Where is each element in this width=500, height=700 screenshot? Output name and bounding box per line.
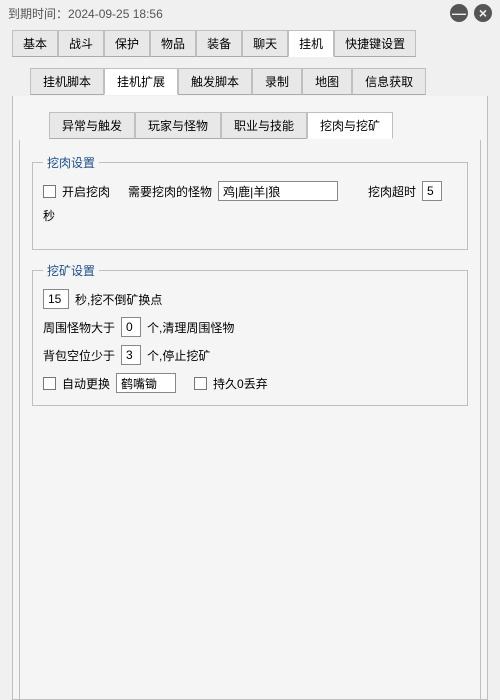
mine-switch-timeout-input[interactable] [43, 289, 69, 309]
mine-around-row: 周围怪物大于 个,清理周围怪物 [43, 317, 457, 337]
bag-value-input[interactable] [121, 345, 141, 365]
close-button[interactable]: × [474, 4, 492, 22]
tab-items[interactable]: 物品 [150, 30, 196, 57]
tool-name-input[interactable] [116, 373, 176, 393]
meat-mine-panel: 挖肉设置 开启挖肉 需要挖肉的怪物 挖肉超时 秒 挖矿设置 [19, 140, 481, 700]
meat-fieldset: 挖肉设置 开启挖肉 需要挖肉的怪物 挖肉超时 秒 [32, 154, 468, 250]
expire-time: 到期时间：2024-09-25 18:56 [8, 5, 444, 22]
tab-player-monster[interactable]: 玩家与怪物 [135, 112, 221, 139]
inner-tabs: 异常与触发 玩家与怪物 职业与技能 挖肉与挖矿 [19, 110, 481, 140]
mine-switch-text: 秒,挖不倒矿换点 [75, 291, 162, 308]
tab-hotkeys[interactable]: 快捷键设置 [334, 30, 416, 57]
subpanel: 异常与触发 玩家与怪物 职业与技能 挖肉与挖矿 挖肉设置 开启挖肉 需要挖肉的怪… [12, 96, 488, 700]
tab-basic[interactable]: 基本 [12, 30, 58, 57]
tab-info[interactable]: 信息获取 [352, 68, 426, 95]
tab-equip[interactable]: 装备 [196, 30, 242, 57]
bag-prefix: 背包空位少于 [43, 347, 115, 364]
discard-zero-label: 持久0丢弃 [213, 375, 268, 392]
tab-chat[interactable]: 聊天 [242, 30, 288, 57]
tab-afk-ext[interactable]: 挂机扩展 [104, 68, 178, 95]
enable-meat-label: 开启挖肉 [62, 183, 110, 200]
expire-value: 2024-09-25 18:56 [68, 7, 163, 21]
meat-row: 开启挖肉 需要挖肉的怪物 挖肉超时 秒 [43, 181, 457, 224]
meat-monsters-input[interactable] [218, 181, 338, 201]
sub-tabs: 挂机脚本 挂机扩展 触发脚本 录制 地图 信息获取 [12, 66, 488, 96]
mine-legend: 挖矿设置 [43, 262, 99, 279]
meat-legend: 挖肉设置 [43, 154, 99, 171]
around-suffix: 个,清理周围怪物 [147, 319, 234, 336]
auto-swap-label: 自动更换 [62, 375, 110, 392]
meat-timeout-unit: 秒 [43, 207, 55, 224]
main-tabs: 基本 战斗 保护 物品 装备 聊天 挂机 快捷键设置 [0, 28, 500, 58]
tab-job-skill[interactable]: 职业与技能 [221, 112, 307, 139]
main-content: 挂机脚本 挂机扩展 触发脚本 录制 地图 信息获取 异常与触发 玩家与怪物 职业… [12, 58, 488, 700]
tab-map[interactable]: 地图 [302, 68, 352, 95]
tab-combat[interactable]: 战斗 [58, 30, 104, 57]
meat-timeout-label: 挖肉超时 [368, 183, 416, 200]
auto-swap-checkbox[interactable] [43, 377, 56, 390]
around-prefix: 周围怪物大于 [43, 319, 115, 336]
tab-afk-script[interactable]: 挂机脚本 [30, 68, 104, 95]
expire-label: 到期时间： [8, 7, 68, 21]
need-monster-label: 需要挖肉的怪物 [128, 183, 212, 200]
tab-record[interactable]: 录制 [252, 68, 302, 95]
tab-trigger-script[interactable]: 触发脚本 [178, 68, 252, 95]
mine-tool-row: 自动更换 持久0丢弃 [43, 373, 457, 393]
mine-fieldset: 挖矿设置 秒,挖不倒矿换点 周围怪物大于 个,清理周围怪物 背包空位少于 个,停… [32, 262, 468, 406]
app-window: 到期时间：2024-09-25 18:56 — × 基本 战斗 保护 物品 装备… [0, 0, 500, 680]
meat-timeout-input[interactable] [422, 181, 442, 201]
minimize-button[interactable]: — [450, 4, 468, 22]
tab-meat-mine[interactable]: 挖肉与挖矿 [307, 112, 393, 139]
around-value-input[interactable] [121, 317, 141, 337]
discard-zero-checkbox[interactable] [194, 377, 207, 390]
mine-bag-row: 背包空位少于 个,停止挖矿 [43, 345, 457, 365]
tab-afk[interactable]: 挂机 [288, 30, 334, 57]
bag-suffix: 个,停止挖矿 [147, 347, 210, 364]
titlebar: 到期时间：2024-09-25 18:56 — × [0, 0, 500, 26]
enable-meat-checkbox[interactable] [43, 185, 56, 198]
mine-switch-row: 秒,挖不倒矿换点 [43, 289, 457, 309]
tab-protect[interactable]: 保护 [104, 30, 150, 57]
tab-exception[interactable]: 异常与触发 [49, 112, 135, 139]
